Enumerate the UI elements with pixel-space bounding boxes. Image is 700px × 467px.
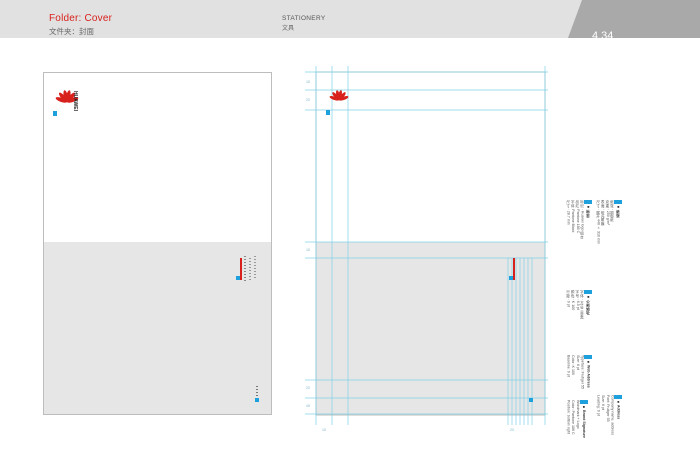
construction-signature-marker xyxy=(529,398,533,402)
spec-block-logo: ■ 标志 标识：Huawei logo 组合 品红: Pantone 186 C… xyxy=(566,200,593,239)
spec-marker xyxy=(614,395,623,399)
spec-line: 尺寸：展开 440 × 310 mm xyxy=(596,200,601,244)
spec-block-web: ■ Web Address Typeface: Frutiger 55 Size… xyxy=(566,355,593,389)
construction-flap xyxy=(316,242,545,414)
dim-label-top-2: 20 xyxy=(306,98,310,102)
spec-marker xyxy=(614,200,623,204)
spec-line: 品红: Pantone 186 C xyxy=(575,200,580,234)
spec-block-address-en: ■ Address Company name, address Font: Fr… xyxy=(596,395,623,436)
spec-line: Position: bottom right xyxy=(566,400,571,434)
construction-drawing xyxy=(305,66,548,425)
spec-block-paper: ■ 纸张 纸张：铜版纸 克重：250 g/m² 表面：哑光覆膜 尺寸：展开 44… xyxy=(596,200,623,244)
spec-line: Color: Pantone 186 C xyxy=(571,400,576,435)
dim-label-side-1: 15 xyxy=(306,248,310,252)
spec-line: Wordmark + Logo xyxy=(575,400,580,429)
spec-heading: ■ Brand Signature xyxy=(581,405,586,438)
spec-line: 克重：250 g/m² xyxy=(605,200,610,225)
spec-line: Size: 6 pt xyxy=(601,395,606,410)
construction-web-marker xyxy=(326,110,330,115)
dim-label-side-2: 20 xyxy=(306,386,310,390)
spec-line: 字体：方正兰亭黑 xyxy=(580,290,585,319)
spec-line: Leading: 9 pt xyxy=(596,395,601,416)
spec-line: 字体: Pantone Black xyxy=(571,200,576,233)
construction-address-marker xyxy=(509,276,513,280)
spec-line: 行距：9 pt xyxy=(566,290,571,307)
dim-label-bottom-1: 15 xyxy=(322,428,326,432)
spec-heading: ■ 标志 xyxy=(586,205,591,218)
spec-block-address-zh: ■ 公司地址 字体：方正兰亭黑 字号：6.5 pt 颜色：K 100 行距：9 … xyxy=(566,290,593,319)
dim-label-top-1: 15 xyxy=(306,80,310,84)
spec-line: Company name, address xyxy=(610,395,615,436)
construction-address-strip xyxy=(513,258,515,280)
spec-heading: ■ 公司地址 xyxy=(586,295,591,315)
spec-line: Size: 6 pt xyxy=(575,355,580,370)
spec-heading: ■ Web Address xyxy=(586,360,591,388)
spec-line: 表面：哑光覆膜 xyxy=(601,200,606,226)
spec-marker xyxy=(579,400,588,404)
spec-line: 字号：6.5 pt xyxy=(575,290,580,310)
spec-line: 颜色：K 100 xyxy=(571,290,576,311)
spec-line: Color: K 100 xyxy=(571,355,576,375)
spec-line: Baseline: 9 pt xyxy=(566,355,571,377)
spec-heading: ■ 纸张 xyxy=(616,205,621,218)
spec-heading: ■ Address xyxy=(616,400,621,420)
dim-label-side-3: 45 xyxy=(306,404,310,408)
spec-marker xyxy=(584,290,593,294)
spec-marker xyxy=(584,355,593,359)
dim-label-bottom-2: 20 xyxy=(510,428,514,432)
spec-marker xyxy=(584,200,593,204)
spec-line: 尺寸：28.7 mm xyxy=(566,200,571,225)
spec-block-signature: ■ Brand Signature Wordmark + Logo Color:… xyxy=(566,400,588,438)
spec-line: Font: Frutiger 55 xyxy=(605,395,610,422)
spec-line: 纸张：铜版纸 xyxy=(610,200,615,222)
spec-line: 标识：Huawei logo 组合 xyxy=(580,200,585,239)
spec-line: Typeface: Frutiger 55 xyxy=(580,355,585,389)
